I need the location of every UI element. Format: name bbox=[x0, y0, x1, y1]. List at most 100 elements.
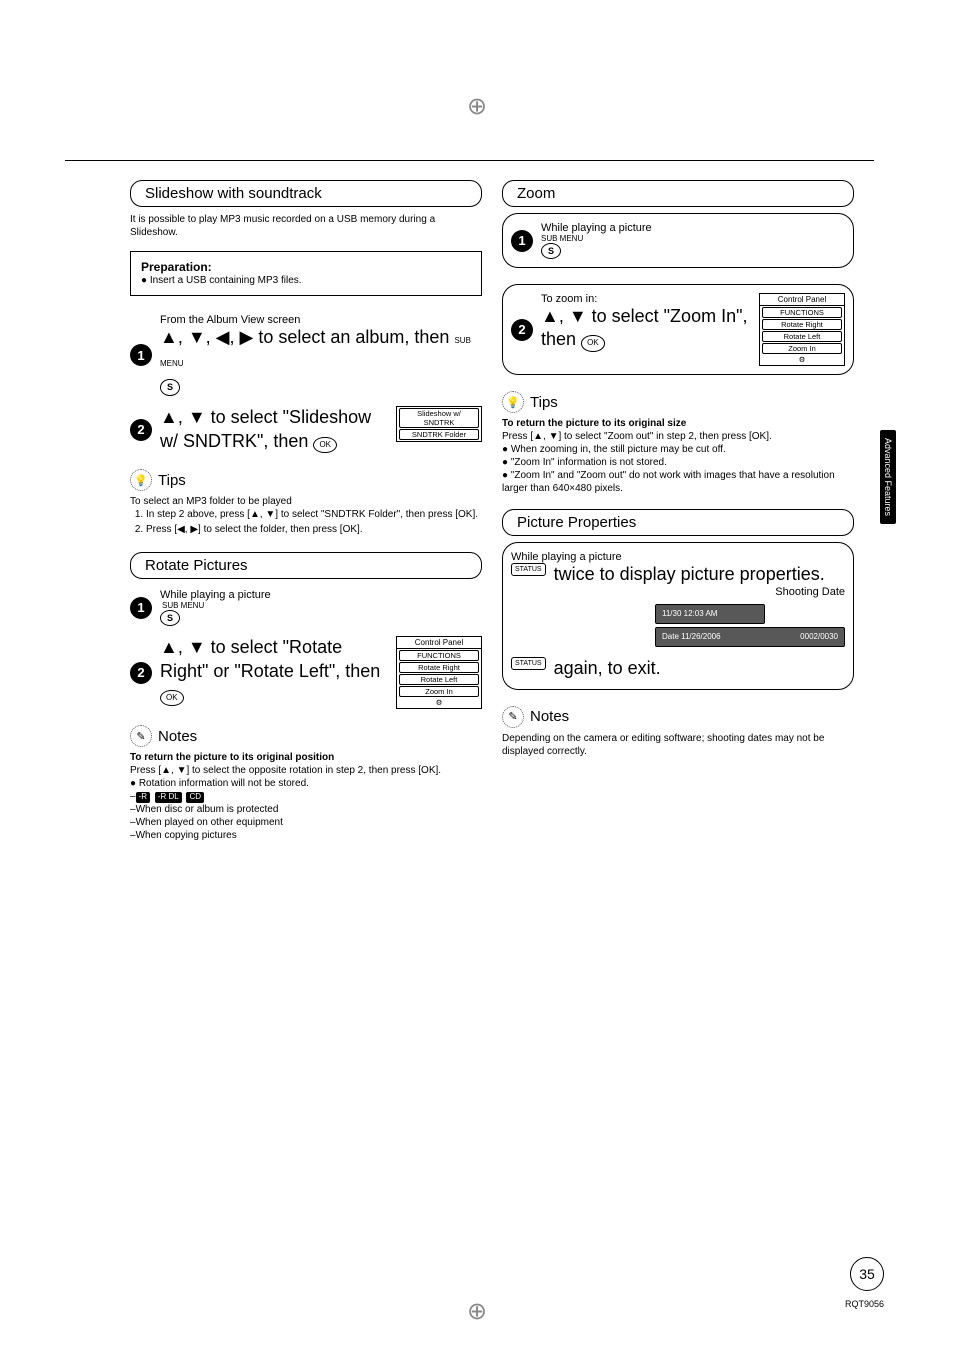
zoom-step2-box: 2 To zoom in: ▲, ▼ to select "Zoom In", … bbox=[502, 284, 854, 375]
notes-icon: ✎ bbox=[502, 706, 524, 728]
osd-date: Date 11/26/2006 bbox=[662, 631, 721, 643]
disc-badge: -R DL bbox=[155, 792, 182, 802]
page-number: 35 bbox=[850, 1257, 884, 1291]
step-number-1: 1 bbox=[130, 344, 152, 366]
notes-icon: ✎ bbox=[130, 725, 152, 747]
menu-item-icon: ⚙ bbox=[762, 355, 842, 364]
rotate-step1: 1 While playing a picture SUB MENU S bbox=[130, 589, 482, 626]
menu-item: Rotate Right bbox=[762, 319, 842, 330]
notes2-title: Notes bbox=[530, 708, 569, 725]
notes1-sub1: –When disc or album is protected bbox=[130, 803, 482, 816]
menu-header: Control Panel bbox=[397, 637, 481, 649]
tips2-l2: ● When zooming in, the still picture may… bbox=[502, 443, 854, 456]
s-button-icon: S bbox=[541, 243, 561, 259]
step-number-2: 2 bbox=[130, 419, 152, 441]
ok-button-icon: OK bbox=[313, 437, 337, 453]
picprop-sub: While playing a picture bbox=[511, 551, 845, 563]
notes1-discs: –-R -R DL CD bbox=[130, 790, 482, 803]
page: Advanced Features Slideshow with soundtr… bbox=[0, 0, 954, 1351]
tips2-bold: To return the picture to its original si… bbox=[502, 417, 854, 430]
tips2-title: Tips bbox=[530, 394, 558, 411]
slideshow-step1-text: ▲, ▼, ◀, ▶ to select an album, then bbox=[160, 327, 449, 347]
document-code: RQT9056 bbox=[845, 1299, 884, 1309]
menu-item: Rotate Left bbox=[399, 674, 479, 685]
section-zoom-title-text: Zoom bbox=[517, 185, 555, 202]
step-number-1: 1 bbox=[511, 230, 533, 252]
step-number-2: 2 bbox=[511, 319, 533, 341]
notes1-bold: To return the picture to its original po… bbox=[130, 751, 482, 764]
menu-item: FUNCTIONS bbox=[399, 650, 479, 661]
section-picprop-title: Picture Properties bbox=[502, 509, 854, 536]
picprop-main2-text: again, to exit. bbox=[554, 658, 661, 678]
disc-badge: CD bbox=[186, 792, 204, 802]
tips2-l3-text: "Zoom In" information is not stored. bbox=[511, 457, 667, 468]
ok-button-icon: OK bbox=[160, 690, 184, 706]
tips1-li2: Press [◀, ▶] to select the folder, then … bbox=[146, 523, 482, 536]
notes-header: ✎ Notes bbox=[130, 725, 482, 747]
rotate-submenu-label: SUB MENU bbox=[162, 601, 482, 610]
rotate-step1-sub: While playing a picture bbox=[160, 589, 482, 601]
tips1-list: In step 2 above, press [▲, ▼] to select … bbox=[130, 508, 482, 536]
notes2-body: Depending on the camera or editing softw… bbox=[502, 732, 854, 758]
menu-item: Slideshow w/ SNDTRK bbox=[399, 408, 479, 428]
status-button: STATUS bbox=[511, 563, 546, 576]
section-slideshow-title-text: Slideshow with soundtrack bbox=[145, 185, 322, 202]
osd-bottom: Date 11/26/2006 0002/0030 bbox=[655, 627, 845, 647]
lightbulb-icon: 💡 bbox=[502, 391, 524, 413]
ok-button-icon: OK bbox=[581, 335, 605, 351]
section-rotate-title-text: Rotate Pictures bbox=[145, 557, 248, 574]
right-column: Zoom 1 While playing a picture SUB MENU … bbox=[502, 180, 854, 842]
notes1-body: Press [▲, ▼] to select the opposite rota… bbox=[130, 764, 482, 777]
notes1-bullet: ● Rotation information will not be store… bbox=[130, 777, 482, 790]
osd-top: 11/30 12:03 AM bbox=[655, 604, 765, 624]
tips-header: 💡 Tips bbox=[130, 469, 482, 491]
slideshow-step2-main: ▲, ▼ to select "Slideshow w/ SNDTRK", th… bbox=[160, 406, 386, 453]
header-rule bbox=[65, 160, 874, 161]
notes2-header: ✎ Notes bbox=[502, 706, 854, 728]
tips2-l4: ● "Zoom In" and "Zoom out" do not work w… bbox=[502, 469, 854, 495]
step-number-1: 1 bbox=[130, 597, 152, 619]
menu-header: Control Panel bbox=[760, 294, 844, 306]
preparation-label: Preparation: bbox=[141, 260, 471, 274]
s-button-icon: S bbox=[160, 610, 180, 626]
menu-item: Rotate Left bbox=[762, 331, 842, 342]
lightbulb-icon: 💡 bbox=[130, 469, 152, 491]
osd-counter: 0002/0030 bbox=[800, 631, 838, 643]
slideshow-intro: It is possible to play MP3 music recorde… bbox=[130, 213, 482, 239]
notes1-sub2: –When played on other equipment bbox=[130, 816, 482, 829]
s-button-icon: S bbox=[160, 379, 180, 397]
notes1-bullet-text: Rotation information will not be stored. bbox=[139, 778, 309, 789]
rotate-step2: 2 ▲, ▼ to select "Rotate Right" or "Rota… bbox=[130, 636, 482, 709]
zoom-step1-sub: While playing a picture bbox=[541, 222, 845, 234]
left-column: Slideshow with soundtrack It is possible… bbox=[130, 180, 482, 842]
menu-item: Zoom In bbox=[762, 343, 842, 354]
slideshow-step2: 2 ▲, ▼ to select "Slideshow w/ SNDTRK", … bbox=[130, 406, 482, 453]
tips-title: Tips bbox=[158, 472, 186, 489]
section-zoom-title: Zoom bbox=[502, 180, 854, 207]
zoom-step2-text: ▲, ▼ to select "Zoom In", then bbox=[541, 306, 747, 349]
slideshow-step1-main: ▲, ▼, ◀, ▶ to select an album, then SUB … bbox=[160, 326, 482, 396]
rotate-step2-text: ▲, ▼ to select "Rotate Right" or "Rotate… bbox=[160, 637, 380, 680]
notes1-sub3: –When copying pictures bbox=[130, 829, 482, 842]
tips2-l4-text: "Zoom In" and "Zoom out" do not work wit… bbox=[502, 470, 835, 494]
tips2-l1: Press [▲, ▼] to select "Zoom out" in ste… bbox=[502, 430, 854, 443]
step-number-2: 2 bbox=[130, 662, 152, 684]
section-picprop-title-text: Picture Properties bbox=[517, 514, 636, 531]
slideshow-step1-sub: From the Album View screen bbox=[160, 314, 482, 326]
slideshow-step2-menu: Slideshow w/ SNDTRK SNDTRK Folder bbox=[396, 406, 482, 442]
picprop-main1: STATUS twice to display picture properti… bbox=[511, 563, 845, 586]
tips1-li1: In step 2 above, press [▲, ▼] to select … bbox=[146, 508, 482, 521]
notes1-sub1-text: When disc or album is protected bbox=[136, 804, 279, 815]
tips2-l3: ● "Zoom In" information is not stored. bbox=[502, 456, 854, 469]
preparation-box: Preparation: ● Insert a USB containing M… bbox=[130, 251, 482, 296]
notes-title: Notes bbox=[158, 728, 197, 745]
status-button: STATUS bbox=[511, 657, 546, 670]
shooting-date-label: Shooting Date bbox=[511, 586, 845, 598]
tips1-line1: To select an MP3 folder to be played bbox=[130, 495, 482, 508]
side-tab: Advanced Features bbox=[880, 430, 896, 524]
preparation-bullet-text: Insert a USB containing MP3 files. bbox=[150, 275, 302, 286]
notes1-sub2-text: When played on other equipment bbox=[136, 817, 283, 828]
slideshow-step1: 1 From the Album View screen ▲, ▼, ◀, ▶ … bbox=[130, 314, 482, 396]
slideshow-step2-text: ▲, ▼ to select "Slideshow w/ SNDTRK", th… bbox=[160, 407, 371, 450]
zoom-step2-pre: To zoom in: bbox=[541, 293, 749, 305]
